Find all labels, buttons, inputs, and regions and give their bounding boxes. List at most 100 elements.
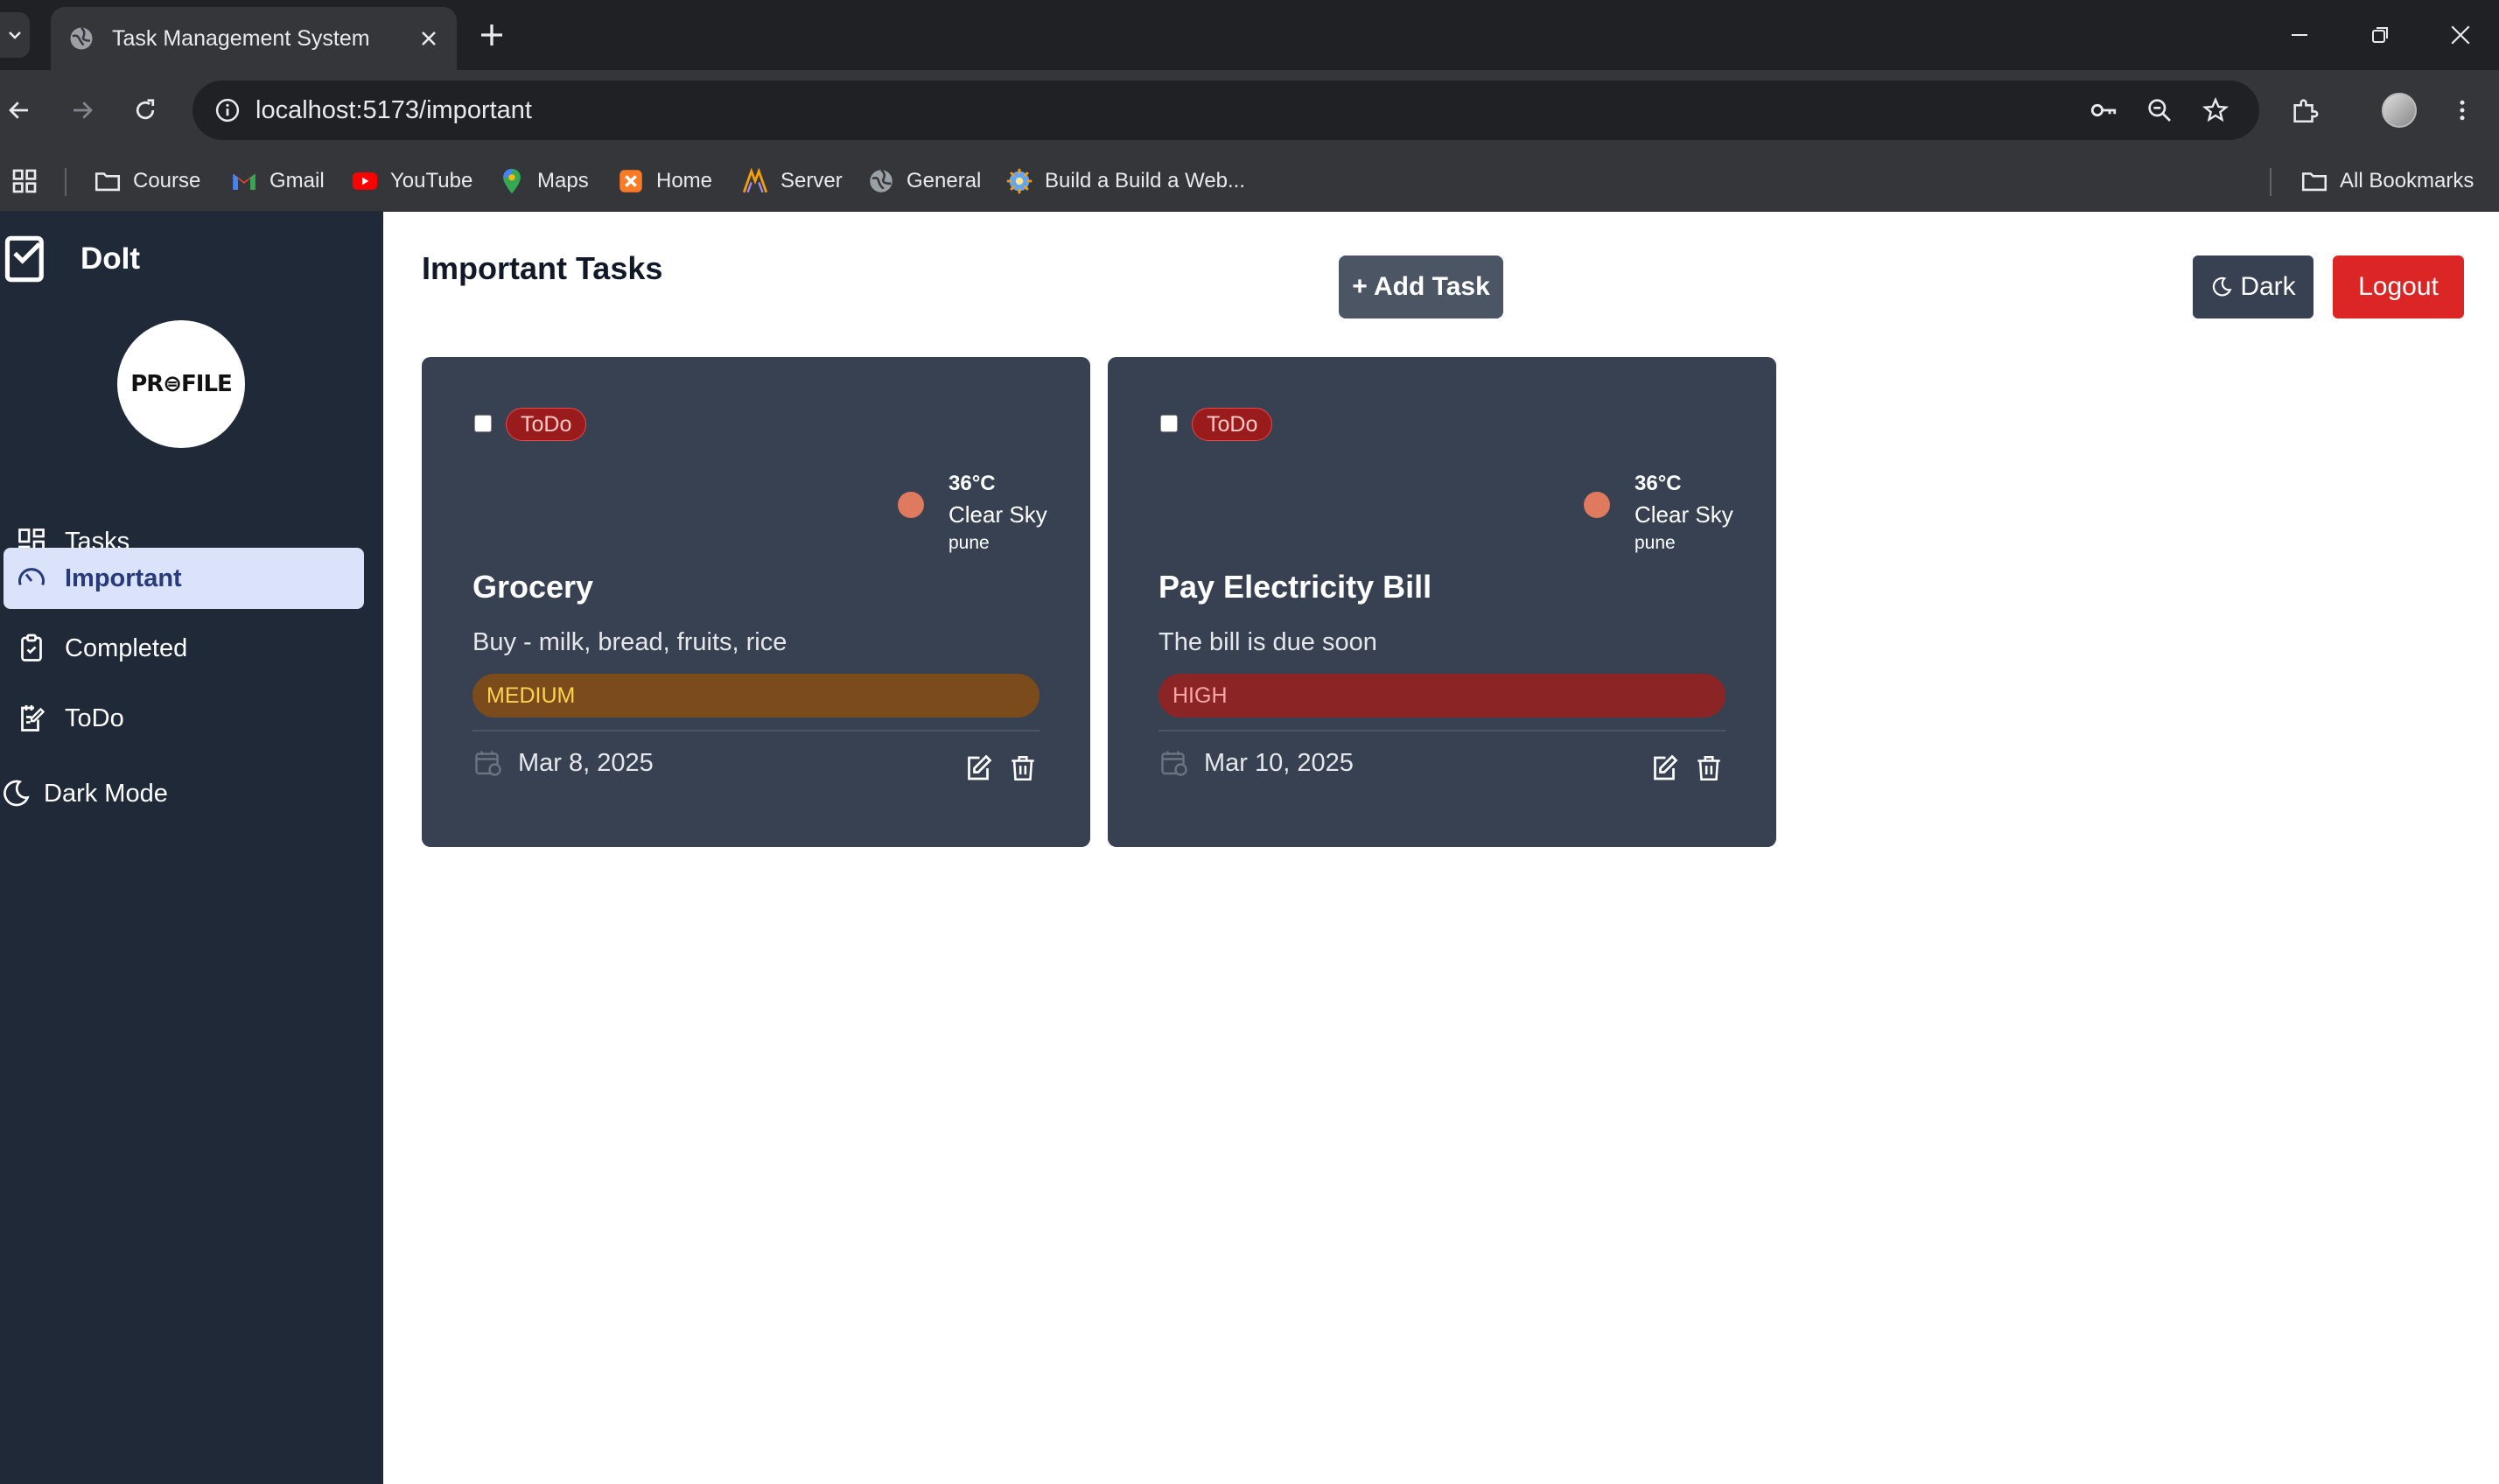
close-window-button[interactable] <box>2441 16 2480 54</box>
close-icon <box>2451 25 2470 45</box>
status-badge: ToDo <box>506 408 587 441</box>
bookmark-label: YouTube <box>390 169 473 192</box>
calendar-clock-icon <box>475 751 501 776</box>
zoom-out-icon <box>2148 99 2171 122</box>
reload-icon <box>136 99 155 120</box>
maps-icon <box>503 168 521 194</box>
weather-condition: Clear Sky <box>1634 501 1733 528</box>
tab-title: Task Management System <box>112 25 370 51</box>
weather-temp: 36°C <box>1634 472 1682 495</box>
bookmark-server[interactable]: Server <box>740 164 843 198</box>
edit-icon[interactable] <box>962 752 994 784</box>
all-bookmarks-button[interactable]: All Bookmarks <box>2300 164 2474 198</box>
bookmark-label: Server <box>780 169 843 192</box>
task-date-text: Mar 8, 2025 <box>518 748 654 777</box>
apps-grid-icon <box>12 169 37 193</box>
task-complete-checkbox[interactable] <box>1160 415 1178 432</box>
brand: DoIt <box>0 233 140 285</box>
key-icon <box>2090 103 2117 117</box>
sidebar-item-completed[interactable]: Completed <box>4 618 364 679</box>
bookmarks-bar: Course Gmail YouTube Maps Home Server Ge… <box>0 150 2499 212</box>
priority-badge: HIGH <box>1158 674 1726 718</box>
zoom-button[interactable] <box>2138 89 2180 131</box>
address-bar[interactable]: localhost:5173/important <box>192 80 2259 140</box>
arrow-right-icon <box>74 102 93 119</box>
bookmark-build[interactable]: Build a Build a Web... <box>1004 164 1245 198</box>
bookmark-general[interactable]: General <box>866 164 981 198</box>
weather-widget: 36°C Clear Sky pune <box>948 469 1047 556</box>
bookmark-label: Home <box>656 169 713 192</box>
bookmark-label: Build a Build a Web... <box>1045 169 1246 192</box>
sidebar: DoIt PR⊜FILE Tasks Important Completed T… <box>0 212 383 1484</box>
calendar-clock-icon <box>1161 751 1187 776</box>
dark-theme-button[interactable]: Dark <box>2193 256 2314 318</box>
task-title: Pay Electricity Bill <box>1158 569 1432 605</box>
status-badge: ToDo <box>1192 408 1273 441</box>
sidebar-item-important[interactable]: Important <box>4 548 364 609</box>
browser-toolbar: localhost:5173/important <box>0 70 2499 150</box>
priority-badge: MEDIUM <box>472 674 1040 718</box>
avatar <box>2382 93 2417 128</box>
weather-condition: Clear Sky <box>948 501 1047 528</box>
moon-icon <box>4 780 30 807</box>
extensions-button[interactable] <box>2282 88 2328 133</box>
add-task-button[interactable]: + Add Task <box>1339 256 1503 318</box>
puzzle-icon <box>2293 99 2319 123</box>
trash-icon[interactable] <box>1008 752 1038 784</box>
bookmark-maps[interactable]: Maps <box>497 164 589 198</box>
bookmark-gmail[interactable]: Gmail <box>229 164 325 198</box>
weather-sun-icon <box>898 492 924 518</box>
bookmark-youtube[interactable]: YouTube <box>350 164 472 198</box>
globe-icon <box>870 169 892 192</box>
weather-temp: 36°C <box>948 472 996 495</box>
task-title: Grocery <box>472 569 594 605</box>
build-icon <box>1006 168 1032 194</box>
bookmark-label: Gmail <box>270 169 325 192</box>
star-icon <box>2202 96 2230 122</box>
tab-search-button[interactable] <box>0 12 30 58</box>
brand-name: DoIt <box>80 242 141 276</box>
weather-sun-icon <box>1584 492 1610 518</box>
card-divider <box>472 730 1040 732</box>
task-description: Buy - milk, bread, fruits, rice <box>472 628 788 656</box>
bookmark-label: Course <box>133 169 201 192</box>
forward-button[interactable] <box>60 88 105 133</box>
reload-button[interactable] <box>122 88 168 133</box>
task-date: Mar 8, 2025 <box>472 747 654 779</box>
close-tab-icon[interactable] <box>418 28 439 49</box>
password-key-button[interactable] <box>2082 89 2124 131</box>
gauge-icon <box>18 568 45 585</box>
bookmark-home[interactable]: Home <box>616 164 712 198</box>
sidebar-item-label: Important <box>65 564 182 592</box>
folder-icon <box>2301 172 2328 192</box>
restore-button[interactable] <box>2361 16 2399 54</box>
new-tab-icon[interactable] <box>476 19 508 51</box>
browser-tabstrip: Task Management System <box>0 0 2499 70</box>
logout-button[interactable]: Logout <box>2333 256 2464 318</box>
minimize-button[interactable] <box>2280 16 2319 54</box>
apps-button[interactable] <box>10 164 38 198</box>
task-complete-checkbox[interactable] <box>474 415 492 432</box>
dark-mode-label: Dark Mode <box>44 779 168 808</box>
site-info-button[interactable] <box>206 89 248 131</box>
profile-text: PR⊜FILE <box>130 371 233 397</box>
moon-icon <box>2213 276 2232 297</box>
gmail-icon <box>233 173 256 190</box>
globe-icon <box>70 26 93 50</box>
notepad-edit-icon <box>21 705 46 732</box>
url-text[interactable]: localhost:5173/important <box>256 96 532 125</box>
edit-icon[interactable] <box>1648 752 1680 784</box>
trash-icon[interactable] <box>1694 752 1724 784</box>
sidebar-item-todo[interactable]: ToDo <box>4 688 364 749</box>
bookmark-course[interactable]: Course <box>93 164 200 198</box>
profile-button[interactable] <box>2376 88 2422 133</box>
browser-tab-active[interactable]: Task Management System <box>51 7 457 70</box>
sidebar-dark-mode-toggle[interactable]: Dark Mode <box>0 772 168 816</box>
checklist-logo-icon <box>4 235 44 283</box>
task-description: The bill is due soon <box>1158 628 1377 656</box>
menu-button[interactable] <box>2440 88 2485 133</box>
back-button[interactable] <box>0 88 42 133</box>
bookmark-star-button[interactable] <box>2194 89 2236 131</box>
all-bookmarks-label: All Bookmarks <box>2340 169 2474 192</box>
profile-avatar[interactable]: PR⊜FILE <box>117 320 245 448</box>
